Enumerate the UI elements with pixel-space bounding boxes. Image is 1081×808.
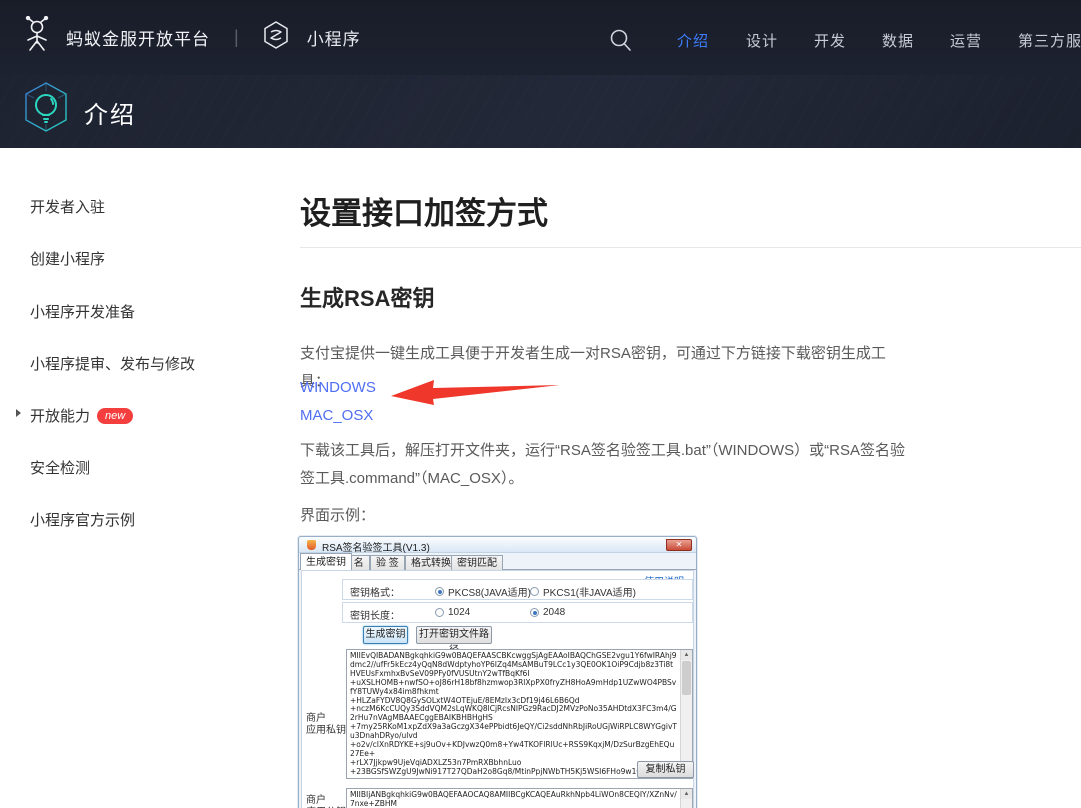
- sidebar-item-create-miniprogram[interactable]: 创建小程序: [30, 248, 105, 269]
- brand-divider: |: [234, 27, 239, 48]
- tool-window-title: RSA签名验签工具(V1.3): [322, 539, 430, 554]
- public-key-textarea: MIIBIjANBgkqhkiG9w0BAQEFAAOCAQ8AMIIBCgKC…: [346, 788, 693, 808]
- key-format-row: 密钥格式： PKCS8(JAVA适用) PKCS1(非JAVA适用): [342, 579, 693, 600]
- radio-unselected-icon: [530, 587, 539, 596]
- brand-title: 蚂蚁金服开放平台: [66, 25, 210, 50]
- sidebar-item-dev-preparation[interactable]: 小程序开发准备: [30, 301, 135, 322]
- tool-app-icon: [307, 540, 316, 550]
- public-key-value: MIIBIjANBgkqhkiG9w0BAQEFAAOCAQ8AMIIBCgKC…: [350, 791, 678, 808]
- radio-selected-icon: [530, 608, 539, 617]
- open-key-path-button: 打开密钥文件路径: [416, 626, 492, 644]
- page-title: 设置接口加签方式: [300, 188, 548, 233]
- macosx-download-link[interactable]: MAC_OSX: [300, 407, 373, 424]
- page-banner: 介绍: [0, 75, 1081, 148]
- miniprogram-hexagon-icon: [263, 21, 289, 54]
- nav-item-data[interactable]: 数据: [882, 30, 914, 51]
- key-length-label: 密钥长度：: [350, 607, 400, 622]
- tab-format-convert: 格式转换: [405, 555, 457, 570]
- new-badge: new: [97, 408, 133, 424]
- tool-titlebar: RSA签名验签工具(V1.3) ✕: [299, 537, 696, 553]
- lightbulb-hexagon-icon: [18, 77, 74, 144]
- sidebar-item-open-capability[interactable]: 开放能力 new: [30, 405, 133, 426]
- red-arrow-annotation: [388, 376, 566, 413]
- rsa-tool-screenshot: RSA签名验签工具(V1.3) ✕ 生成密钥 签 名 验 签 格式转换 密钥匹配…: [298, 536, 697, 808]
- section-heading: 生成RSA密钥: [300, 281, 434, 313]
- close-icon: ✕: [666, 539, 692, 551]
- nav-item-intro[interactable]: 介绍: [677, 30, 709, 51]
- radio-unselected-icon: [435, 608, 444, 617]
- sidebar: 开发者入驻 创建小程序 小程序开发准备 小程序提审、发布与修改 开放能力 new…: [0, 148, 280, 808]
- key-format-label: 密钥格式：: [350, 584, 400, 599]
- brand-area[interactable]: 蚂蚁金服开放平台 | 小程序: [20, 0, 361, 75]
- tab-verify: 验 签: [370, 555, 405, 570]
- top-navbar: 蚂蚁金服开放平台 | 小程序 介绍 设计 开发 数据 运营 第三方服务: [0, 0, 1081, 75]
- radio-1024: 1024: [435, 607, 470, 618]
- tab-key-match: 密钥匹配: [451, 555, 503, 570]
- radio-selected-icon: [435, 587, 444, 596]
- article: 设置接口加签方式 生成RSA密钥 支付宝提供一键生成工具便于开发者生成一对RSA…: [300, 148, 1081, 808]
- paragraph-example-label: 界面示例：: [300, 502, 500, 530]
- private-key-textarea: MIIEvQIBADANBgkqhkiG9w0BAQEFAASCBKcwggSj…: [346, 649, 693, 779]
- banner-pattern: [0, 75, 1081, 148]
- search-icon[interactable]: [608, 27, 634, 53]
- product-title: 小程序: [307, 25, 361, 50]
- private-key-value: MIIEvQIBADANBgkqhkiG9w0BAQEFAASCBKcwggSj…: [350, 652, 678, 776]
- nav-item-operation[interactable]: 运营: [950, 30, 982, 51]
- nav-item-design[interactable]: 设计: [746, 30, 778, 51]
- radio-pkcs8: PKCS8(JAVA适用): [435, 584, 531, 599]
- radio-2048: 2048: [530, 607, 565, 618]
- sidebar-item-developer-onboarding[interactable]: 开发者入驻: [30, 196, 105, 217]
- copy-private-key-button: 复制私钥: [637, 761, 694, 778]
- scroll-up-icon: ▲: [681, 789, 692, 799]
- sidebar-item-review-publish[interactable]: 小程序提审、发布与修改: [30, 353, 195, 374]
- banner-title: 介绍: [84, 95, 136, 130]
- paragraph-instructions: 下载该工具后，解压打开文件夹，运行“RSA签名验签工具.bat”（WINDOWS…: [300, 437, 912, 493]
- divider: [300, 247, 1081, 248]
- key-length-row: 密钥长度： 1024 2048: [342, 602, 693, 623]
- nav-item-develop[interactable]: 开发: [814, 30, 846, 51]
- sidebar-item-security-check[interactable]: 安全检测: [30, 457, 90, 478]
- sidebar-item-official-examples[interactable]: 小程序官方示例: [30, 509, 135, 530]
- scroll-up-icon: ▲: [681, 650, 692, 660]
- scrollbar: ▲: [680, 789, 692, 808]
- windows-download-link[interactable]: WINDOWS: [300, 379, 376, 396]
- tool-tab-bar: 生成密钥 签 名 验 签 格式转换 密钥匹配: [299, 553, 696, 570]
- scrollbar: ▲ ▼: [680, 650, 692, 778]
- expand-arrow-icon: [16, 409, 21, 417]
- generate-key-button: 生成密钥: [363, 626, 408, 644]
- radio-pkcs1: PKCS1(非JAVA适用): [530, 584, 636, 599]
- scroll-thumb: [682, 661, 691, 695]
- tab-generate-key: 生成密钥: [300, 553, 352, 570]
- page: 蚂蚁金服开放平台 | 小程序 介绍 设计 开发 数据 运营 第三方服务: [0, 0, 1081, 808]
- ant-logo-icon: [20, 16, 56, 59]
- nav-item-thirdparty[interactable]: 第三方服务: [1018, 30, 1081, 51]
